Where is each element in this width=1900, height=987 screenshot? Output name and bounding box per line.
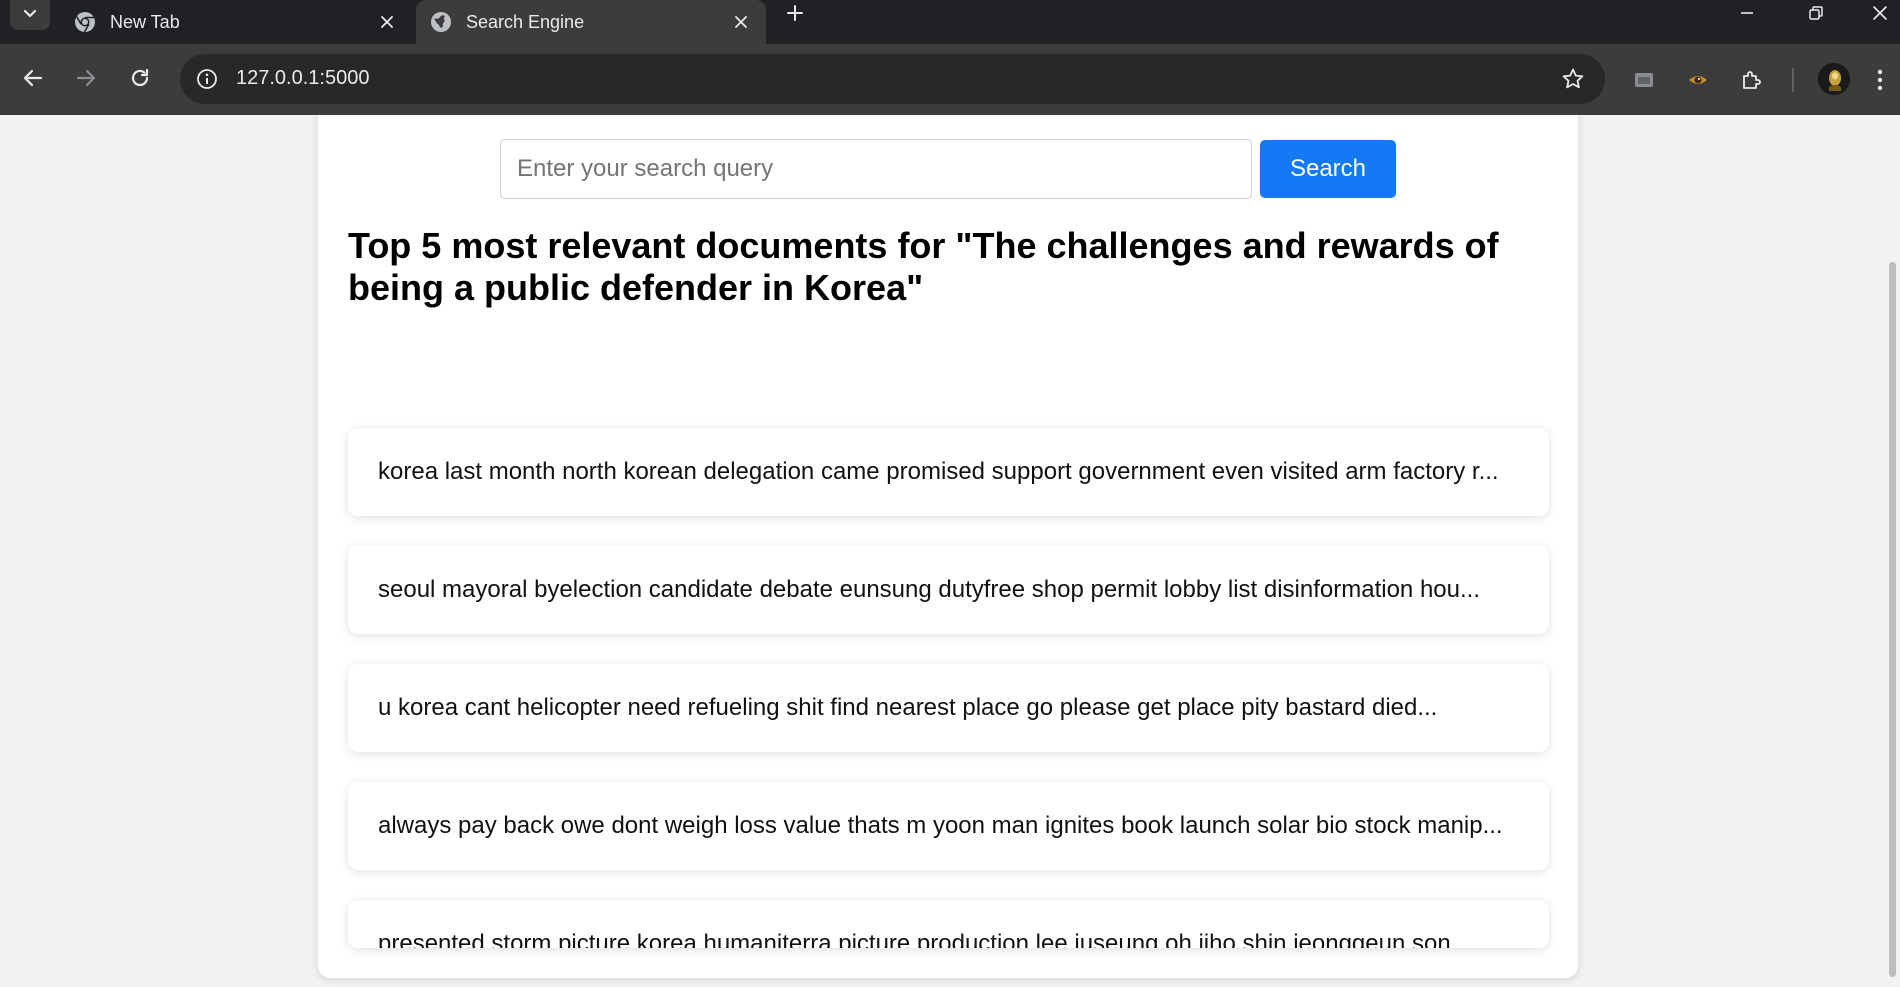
chevron-down-icon [22,5,38,26]
restore-icon [1808,5,1824,26]
tab-new-tab[interactable]: New Tab [60,0,412,44]
restore-button[interactable] [1793,0,1839,30]
scrollbar-thumb[interactable] [1889,262,1896,977]
result-item[interactable]: seoul mayoral byelection candidate debat… [348,546,1549,634]
tab-strip: New Tab Search Engine [0,0,1900,44]
result-snippet: presented storm picture korea humaniterr… [378,930,1478,948]
browser-toolbar: 127.0.0.1:5000 [0,44,1900,115]
tab-close-icon[interactable] [372,7,402,37]
toolbar-divider [1792,68,1794,92]
tab-search-button[interactable] [10,0,50,30]
minimize-button[interactable] [1724,0,1770,30]
result-item[interactable]: u korea cant helicopter need refueling s… [348,664,1549,752]
reload-icon [129,67,151,94]
tab-close-icon[interactable] [726,7,756,37]
eye-extension-icon[interactable] [1682,64,1714,96]
result-item[interactable]: korea last month north korean delegation… [348,428,1549,516]
tab-title: New Tab [110,11,180,32]
forward-button[interactable] [68,62,104,98]
page-viewport: Search Top 5 most relevant documents for… [0,115,1900,987]
browser-menu-icon[interactable] [1870,64,1890,96]
chrome-icon [74,11,96,33]
site-info-icon[interactable] [194,66,220,92]
address-url[interactable]: 127.0.0.1:5000 [236,67,369,90]
profile-avatar[interactable] [1818,63,1850,95]
plus-icon [786,4,804,27]
search-button[interactable]: Search [1260,140,1396,198]
results-heading: Top 5 most relevant documents for "The c… [348,225,1499,308]
result-snippet: u korea cant helicopter need refueling s… [378,694,1438,721]
reload-button[interactable] [122,62,158,98]
back-button[interactable] [15,62,51,98]
arrow-left-icon [22,67,44,94]
minimize-icon [1739,5,1755,26]
extensions-puzzle-icon[interactable] [1736,64,1768,96]
close-icon [1872,5,1888,26]
tab-search-engine[interactable]: Search Engine [416,0,766,44]
search-input[interactable] [500,139,1252,199]
globe-icon [430,11,452,33]
address-bar[interactable]: 127.0.0.1:5000 [180,54,1605,104]
arrow-right-icon [75,67,97,94]
result-item[interactable]: presented storm picture korea humaniterr… [348,900,1549,948]
result-snippet: always pay back owe dont weigh loss valu… [378,812,1503,839]
screen-share-extension-icon[interactable] [1628,64,1660,96]
result-item[interactable]: always pay back owe dont weigh loss valu… [348,782,1549,870]
close-window-button[interactable] [1860,0,1900,30]
search-card: Search Top 5 most relevant documents for… [318,115,1578,978]
bookmark-star-icon[interactable] [1559,65,1587,93]
new-tab-button[interactable] [780,0,810,30]
result-snippet: seoul mayoral byelection candidate debat… [378,576,1480,603]
result-snippet: korea last month north korean delegation… [378,458,1499,485]
tab-title: Search Engine [466,11,585,32]
page-scrollbar[interactable] [1885,115,1900,987]
